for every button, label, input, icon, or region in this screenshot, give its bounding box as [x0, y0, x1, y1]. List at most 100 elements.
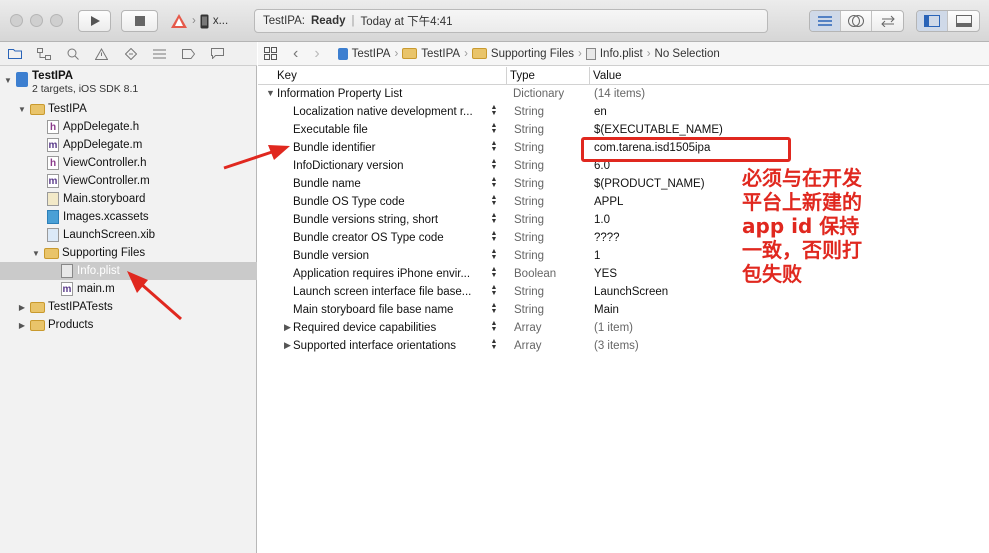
- plist-row[interactable]: Main storyboard file base name ▲ ▼ String Ma…: [258, 301, 989, 319]
- key-stepper-icon[interactable]: ▲ ▼: [490, 266, 498, 279]
- issue-navigator-tab[interactable]: [87, 42, 116, 66]
- key-stepper-icon[interactable]: ▲ ▼: [490, 302, 498, 315]
- plist-value[interactable]: APPL: [594, 196, 623, 208]
- plist-type: String: [514, 304, 545, 316]
- plist-value[interactable]: (3 items): [594, 340, 639, 352]
- plist-value[interactable]: LaunchScreen: [594, 286, 668, 298]
- key-stepper-icon[interactable]: ▲ ▼: [490, 194, 498, 207]
- navigator-toggle-button[interactable]: [917, 11, 948, 31]
- tree-item-label: AppDelegate.m: [63, 139, 143, 151]
- key-stepper-icon[interactable]: ▲ ▼: [490, 122, 498, 135]
- tree-item-appdelegate-m[interactable]: m AppDelegate.m: [0, 136, 257, 154]
- plist-value[interactable]: YES: [594, 268, 617, 280]
- stop-icon: [134, 16, 145, 26]
- plist-type: Array: [514, 322, 542, 334]
- debug-navigator-tab[interactable]: [145, 42, 174, 66]
- key-stepper-icon[interactable]: ▲ ▼: [490, 104, 498, 117]
- tree-item-viewcontroller-h[interactable]: h ViewController.h: [0, 154, 257, 172]
- symbol-navigator-tab[interactable]: [29, 42, 58, 66]
- tree-item-label: LaunchScreen.xib: [63, 229, 156, 241]
- column-header-type[interactable]: Type: [510, 70, 535, 82]
- plist-value[interactable]: ????: [594, 232, 620, 244]
- breadcrumb-selection[interactable]: No Selection: [655, 48, 720, 60]
- plist-root-row[interactable]: ▼ Information Property List Dictionary (…: [258, 85, 989, 103]
- tree-item-main-m[interactable]: m main.m: [0, 280, 257, 298]
- plist-row[interactable]: Localization native development r... ▲ ▼ St…: [258, 103, 989, 121]
- disclosure-closed-icon[interactable]: ▶: [284, 322, 291, 333]
- log-navigator-tab[interactable]: [203, 42, 232, 66]
- back-arrow-icon[interactable]: ‹: [293, 45, 298, 63]
- plist-row[interactable]: ▶ Supported interface orientations ▲ ▼ Array…: [258, 337, 989, 355]
- plist-key: Bundle name: [293, 178, 361, 190]
- key-stepper-icon[interactable]: ▲ ▼: [490, 176, 498, 189]
- version-editor-button[interactable]: [872, 11, 903, 31]
- plist-key: Bundle creator OS Type code: [293, 232, 444, 244]
- plist-type: String: [514, 160, 545, 172]
- minimize-window-button[interactable]: [30, 14, 43, 27]
- plist-row[interactable]: ▶ Required device capabilities ▲ ▼ Array (1 i…: [258, 319, 989, 337]
- assistant-editor-button[interactable]: [841, 11, 872, 31]
- plist-key: Application requires iPhone envir...: [293, 268, 471, 280]
- tree-item-info-plist[interactable]: Info.plist: [0, 262, 257, 280]
- scheme-selector[interactable]: › x...: [166, 10, 244, 32]
- tree-item-label: AppDelegate.h: [63, 121, 140, 133]
- close-window-button[interactable]: [10, 14, 23, 27]
- breadcrumb-group[interactable]: TestIPA: [402, 48, 460, 60]
- project-root-row[interactable]: ▼ TestIPA 2 targets, iOS SDK 8.1: [0, 70, 257, 98]
- tree-item-products[interactable]: ▶ Products: [0, 316, 257, 334]
- plist-value[interactable]: 1.0: [594, 214, 610, 226]
- column-divider[interactable]: [589, 67, 590, 85]
- breadcrumb-label: TestIPA: [421, 47, 461, 60]
- plist-type: String: [514, 178, 545, 190]
- breakpoint-navigator-tab[interactable]: [174, 42, 203, 66]
- disclosure-closed-icon[interactable]: ▶: [284, 340, 291, 351]
- plist-value[interactable]: Main: [594, 304, 619, 316]
- key-stepper-icon[interactable]: ▲ ▼: [490, 140, 498, 153]
- column-divider[interactable]: [506, 67, 507, 85]
- related-items-grid-icon[interactable]: [264, 47, 277, 60]
- plist-value[interactable]: en: [594, 106, 607, 118]
- plist-value[interactable]: $(EXECUTABLE_NAME): [594, 124, 723, 136]
- play-icon: [90, 16, 100, 26]
- column-header-value[interactable]: Value: [593, 70, 622, 82]
- standard-editor-button[interactable]: [810, 11, 841, 31]
- key-stepper-icon[interactable]: ▲ ▼: [490, 284, 498, 297]
- tree-item-testipa-group[interactable]: ▼ TestIPA: [0, 100, 257, 118]
- stop-button[interactable]: [121, 10, 158, 32]
- tree-item-viewcontroller-m[interactable]: m ViewController.m: [0, 172, 257, 190]
- breadcrumb-supporting-files[interactable]: Supporting Files: [471, 48, 574, 60]
- plist-type: String: [514, 214, 545, 226]
- tree-item-label: Supporting Files: [62, 247, 146, 259]
- breadcrumb-file[interactable]: Info.plist: [585, 47, 643, 60]
- tree-item-supporting-files[interactable]: ▼ Supporting Files: [0, 244, 257, 262]
- tree-item-launchscreen-xib[interactable]: LaunchScreen.xib: [0, 226, 257, 244]
- column-header-key[interactable]: Key: [277, 70, 297, 82]
- project-navigator-tab[interactable]: [0, 42, 29, 66]
- plist-value[interactable]: $(PRODUCT_NAME): [594, 178, 705, 190]
- tree-item-images-xcassets[interactable]: Images.xcassets: [0, 208, 257, 226]
- tree-item-testipatests[interactable]: ▶ TestIPATests: [0, 298, 257, 316]
- test-navigator-tab[interactable]: [116, 42, 145, 66]
- zoom-window-button[interactable]: [50, 14, 63, 27]
- plist-value[interactable]: 1: [594, 250, 600, 262]
- tree-item-label: Main.storyboard: [63, 193, 146, 205]
- key-stepper-icon[interactable]: ▲ ▼: [490, 158, 498, 171]
- debug-area-toggle-button[interactable]: [948, 11, 979, 31]
- speech-bubble-icon: [211, 48, 224, 59]
- key-stepper-icon[interactable]: ▲ ▼: [490, 248, 498, 261]
- key-stepper-icon[interactable]: ▲ ▼: [490, 212, 498, 225]
- key-stepper-icon[interactable]: ▲ ▼: [490, 320, 498, 333]
- breadcrumb-separator-icon: ›: [394, 47, 399, 60]
- forward-arrow-icon[interactable]: ›: [314, 45, 319, 63]
- find-navigator-tab[interactable]: [58, 42, 87, 66]
- plist-value[interactable]: (1 item): [594, 322, 633, 334]
- tree-item-main-storyboard[interactable]: Main.storyboard: [0, 190, 257, 208]
- run-button[interactable]: [78, 10, 111, 32]
- key-stepper-icon[interactable]: ▲ ▼: [490, 338, 498, 351]
- breadcrumb-project[interactable]: TestIPA: [337, 47, 390, 60]
- tree-item-appdelegate-h[interactable]: h AppDelegate.h: [0, 118, 257, 136]
- xib-file-icon: [47, 228, 59, 242]
- app-target-icon: [171, 14, 187, 28]
- key-stepper-icon[interactable]: ▲ ▼: [490, 230, 498, 243]
- xcode-project-icon: [16, 72, 28, 87]
